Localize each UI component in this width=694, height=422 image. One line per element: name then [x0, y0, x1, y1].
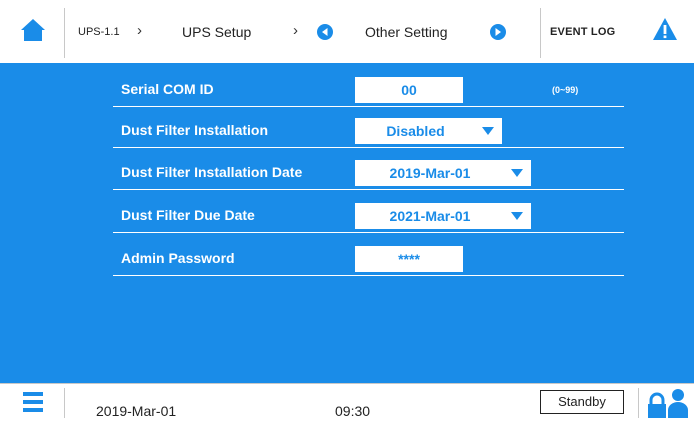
setting-row-dust-filter-due-date: Dust Filter Due Date 2021-Mar-01	[113, 198, 624, 233]
caret-down-icon	[482, 127, 494, 135]
setting-row-serial-com-id: Serial COM ID 00 (0~99)	[113, 72, 624, 107]
setting-row-dust-filter-installation-date: Dust Filter Installation Date 2019-Mar-0…	[113, 155, 624, 190]
top-bar: UPS-1.1 › UPS Setup › Other Setting EVEN…	[0, 0, 694, 65]
chevron-right-icon: ›	[137, 22, 142, 39]
dust-filter-installation-select[interactable]: Disabled	[355, 118, 502, 144]
page-title: Other Setting	[365, 24, 448, 40]
chevron-right-icon: ›	[293, 22, 298, 39]
divider	[64, 8, 65, 58]
setting-label: Admin Password	[121, 250, 235, 266]
user-icon	[668, 389, 688, 418]
caret-down-icon	[511, 212, 523, 220]
home-icon	[21, 19, 45, 41]
admin-password-input[interactable]: ****	[355, 246, 463, 272]
dust-filter-due-date-select[interactable]: 2021-Mar-01	[355, 203, 531, 229]
status-time: 09:30	[335, 403, 371, 419]
settings-panel: Serial COM ID 00 (0~99) Dust Filter Inst…	[0, 65, 694, 383]
menu-button[interactable]	[0, 384, 64, 422]
home-button[interactable]	[0, 0, 64, 63]
bottom-bar: 2019-Mar-01 09:30 Standby	[0, 383, 694, 422]
dust-filter-installation-date-select[interactable]: 2019-Mar-01	[355, 160, 531, 186]
arrow-right-circle-icon[interactable]	[490, 24, 506, 40]
lock-icon	[648, 392, 666, 418]
caret-down-icon	[511, 169, 523, 177]
breadcrumb-ups-id[interactable]: UPS-1.1	[78, 26, 120, 38]
divider	[64, 388, 65, 418]
setting-label: Dust Filter Installation	[121, 122, 269, 138]
status-date: 2019-Mar-01	[96, 403, 177, 419]
status-badge: Standby	[540, 390, 624, 414]
serial-com-id-range-hint: (0~99)	[552, 85, 579, 95]
serial-com-id-input[interactable]: 00	[355, 77, 463, 103]
setting-label: Dust Filter Installation Date	[121, 164, 303, 180]
event-log-label: EVENT LOG	[550, 26, 616, 38]
setting-label: Dust Filter Due Date	[121, 207, 255, 223]
login-button[interactable]	[640, 384, 694, 422]
setting-row-dust-filter-installation: Dust Filter Installation Disabled	[113, 113, 624, 148]
setting-label: Serial COM ID	[121, 81, 214, 97]
setting-row-admin-password: Admin Password ****	[113, 241, 624, 276]
event-log-button[interactable]: EVENT LOG	[540, 0, 694, 63]
warning-icon	[653, 18, 677, 40]
divider	[638, 388, 639, 418]
arrow-left-circle-icon[interactable]	[317, 24, 333, 40]
menu-icon	[23, 392, 43, 412]
breadcrumb-ups-setup[interactable]: UPS Setup	[182, 24, 251, 40]
